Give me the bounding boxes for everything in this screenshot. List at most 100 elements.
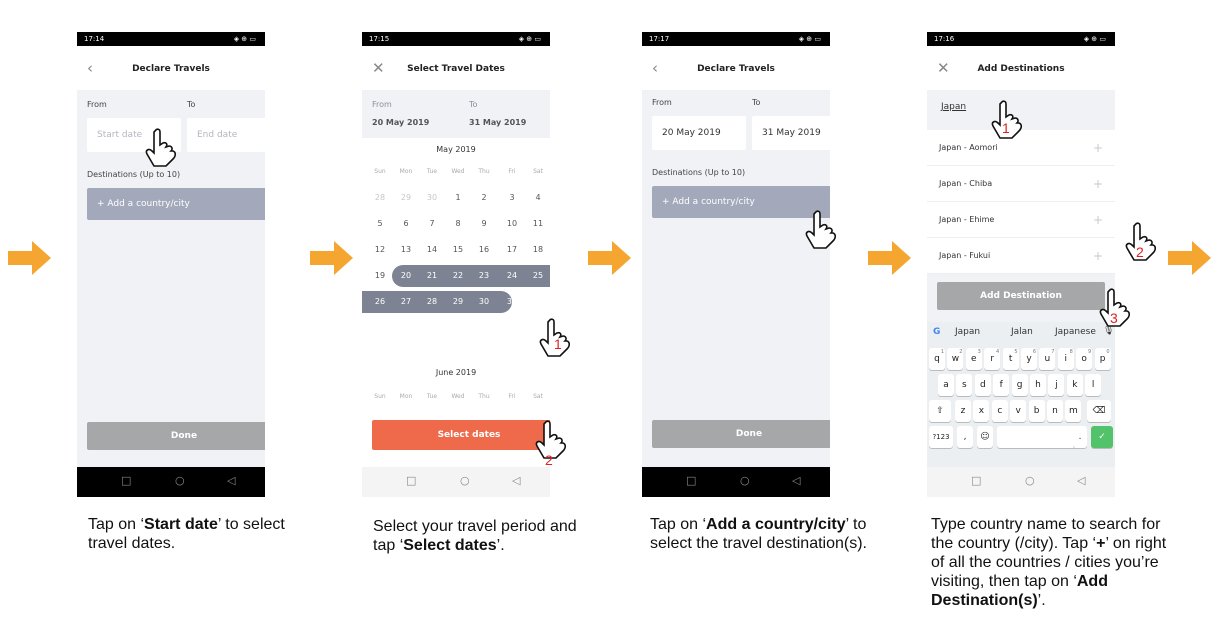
keyboard-key[interactable]: n (1047, 400, 1063, 422)
comma-key[interactable]: , (957, 426, 973, 448)
day-cell[interactable]: 26 (370, 289, 390, 315)
nav-back-icon[interactable]: ◁ (227, 474, 235, 487)
nav-back-icon[interactable]: ◁ (1077, 474, 1085, 487)
list-item[interactable]: Japan - Ehime + (927, 202, 1115, 238)
day-cell[interactable]: 22 (448, 263, 468, 289)
keyboard-key[interactable]: b (1028, 400, 1045, 422)
day-cell[interactable]: 1 (448, 185, 468, 211)
day-cell[interactable]: 4 (528, 185, 548, 211)
suggestion[interactable]: Japanese (1055, 327, 1096, 337)
done-button[interactable]: Done (652, 420, 830, 448)
keyboard-key[interactable]: v (1010, 400, 1027, 422)
recents-icon[interactable]: □ (971, 474, 981, 487)
search-input[interactable]: Japan (941, 102, 966, 112)
day-cell[interactable]: 21 (422, 263, 442, 289)
recents-icon[interactable]: □ (121, 474, 131, 487)
confirm-key-icon[interactable]: ✓ (1091, 426, 1113, 448)
nav-back-icon[interactable]: ◁ (512, 474, 520, 487)
keyboard-key[interactable]: q1 (929, 348, 945, 370)
add-plus-icon[interactable]: + (1093, 238, 1103, 274)
day-cell[interactable]: 18 (528, 237, 548, 263)
keyboard-key[interactable]: g (1011, 374, 1028, 396)
keyboard-key[interactable]: f (993, 374, 1010, 396)
day-cell[interactable]: 20 (396, 263, 416, 289)
keyboard-key[interactable]: d (974, 374, 991, 396)
select-dates-button[interactable]: Select dates (372, 420, 550, 450)
day-cell[interactable]: 11 (528, 211, 548, 237)
keyboard-key[interactable]: u7 (1039, 348, 1056, 370)
keyboard-key[interactable]: x (973, 400, 990, 422)
day-cell[interactable]: 17 (502, 237, 522, 263)
keyboard-key[interactable]: s (956, 374, 973, 396)
keyboard-key[interactable]: z (955, 400, 971, 422)
done-button[interactable]: Done (87, 422, 265, 450)
day-cell[interactable]: 16 (474, 237, 494, 263)
day-cell[interactable]: 7 (422, 211, 442, 237)
day-cell[interactable]: 15 (448, 237, 468, 263)
keyboard-key[interactable]: o9 (1076, 348, 1093, 370)
week-row: 26 27 28 29 30 31 (362, 289, 550, 315)
day-cell[interactable]: 27 (396, 289, 416, 315)
suggestion[interactable]: Jalan (1011, 327, 1033, 337)
keyboard-key[interactable]: a (938, 374, 954, 396)
shift-key-icon[interactable]: ⇧ (929, 400, 951, 422)
add-plus-icon[interactable]: + (1093, 166, 1103, 202)
suggestion[interactable]: Japan (955, 327, 980, 337)
end-date-field[interactable]: End date (187, 118, 265, 152)
backspace-key-icon[interactable]: ⌫ (1087, 400, 1111, 422)
keyboard-key[interactable]: t5 (1002, 348, 1019, 370)
home-icon[interactable]: ○ (740, 474, 750, 487)
keyboard-key[interactable]: p0 (1094, 348, 1111, 370)
keyboard-key[interactable]: m (1065, 400, 1082, 422)
keyboard-key[interactable]: k (1066, 374, 1083, 396)
day-cell[interactable]: 31 (502, 289, 522, 315)
add-plus-icon[interactable]: + (1093, 130, 1103, 166)
symbols-key[interactable]: ?123 (929, 426, 953, 448)
list-item[interactable]: Japan - Chiba + (927, 166, 1115, 202)
period-key[interactable]: . (1073, 426, 1087, 448)
day-cell[interactable]: 28 (370, 185, 390, 211)
keyboard-key[interactable]: i8 (1057, 348, 1074, 370)
keyboard-key[interactable]: w2 (947, 348, 964, 370)
keyboard-key[interactable]: h (1030, 374, 1046, 396)
day-cell[interactable]: 6 (396, 211, 416, 237)
day-cell[interactable]: 3 (502, 185, 522, 211)
start-date-field[interactable]: 20 May 2019 (652, 116, 746, 150)
home-icon[interactable]: ○ (1025, 474, 1035, 487)
nav-back-icon[interactable]: ◁ (792, 474, 800, 487)
emoji-key-icon[interactable]: ☺ (977, 426, 993, 448)
recents-icon[interactable]: □ (406, 474, 416, 487)
keyboard-key[interactable]: r4 (984, 348, 1001, 370)
day-cell[interactable]: 28 (422, 289, 442, 315)
day-cell[interactable]: 5 (370, 211, 390, 237)
end-date-field[interactable]: 31 May 2019 (752, 116, 830, 150)
day-cell[interactable]: 8 (448, 211, 468, 237)
add-country-button[interactable]: + Add a country/city (87, 188, 265, 220)
home-icon[interactable]: ○ (175, 474, 185, 487)
list-item[interactable]: Japan - Fukui + (927, 238, 1115, 274)
add-destination-button[interactable]: Add Destination (937, 282, 1105, 310)
day-cell[interactable]: 2 (474, 185, 494, 211)
keyboard-key[interactable]: c (991, 400, 1008, 422)
day-cell[interactable]: 25 (528, 263, 548, 289)
home-icon[interactable]: ○ (460, 474, 470, 487)
day-cell[interactable]: 29 (396, 185, 416, 211)
keyboard-key[interactable]: e3 (965, 348, 982, 370)
space-bar[interactable] (997, 426, 1085, 448)
recents-icon[interactable]: □ (686, 474, 696, 487)
keyboard-key[interactable]: l (1085, 374, 1102, 396)
keyboard-key[interactable]: j (1048, 374, 1065, 396)
add-plus-icon[interactable]: + (1093, 202, 1103, 238)
day-cell[interactable]: 30 (474, 289, 494, 315)
day-cell[interactable]: 10 (502, 211, 522, 237)
day-cell[interactable]: 19 (370, 263, 390, 289)
day-cell[interactable]: 24 (502, 263, 522, 289)
day-cell[interactable]: 23 (474, 263, 494, 289)
day-cell[interactable]: 29 (448, 289, 468, 315)
day-cell[interactable]: 13 (396, 237, 416, 263)
day-cell[interactable]: 14 (422, 237, 442, 263)
day-cell[interactable]: 9 (474, 211, 494, 237)
day-cell[interactable]: 30 (422, 185, 442, 211)
keyboard-key[interactable]: y6 (1021, 348, 1037, 370)
day-cell[interactable]: 12 (370, 237, 390, 263)
